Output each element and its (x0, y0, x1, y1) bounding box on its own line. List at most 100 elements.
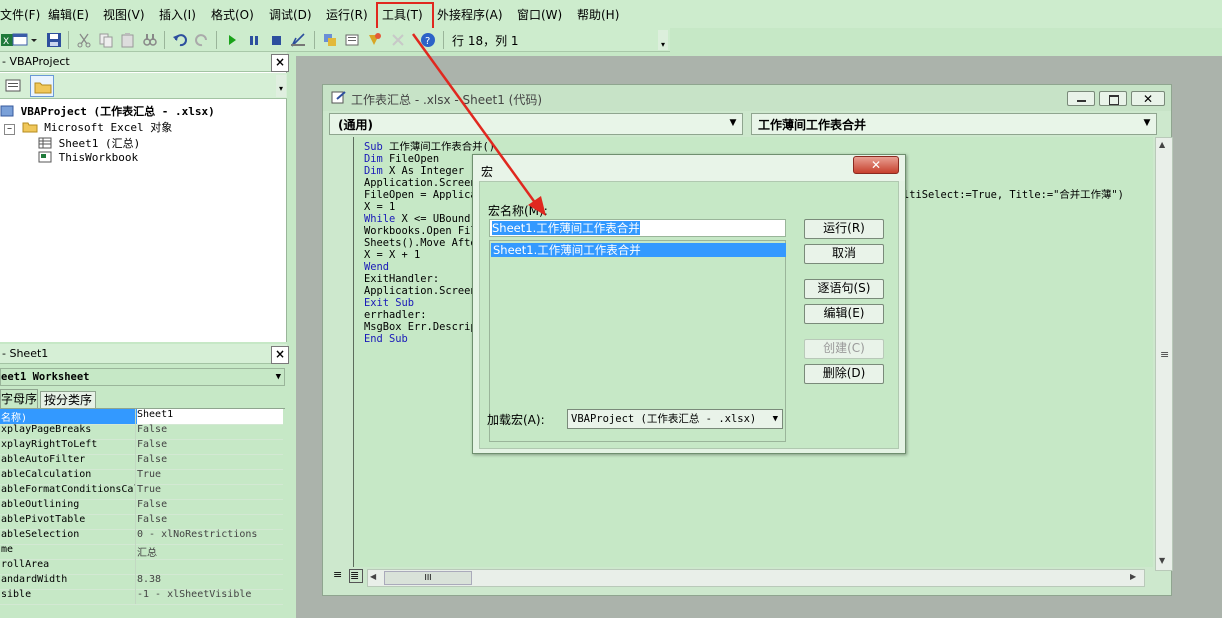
property-value[interactable]: False (137, 499, 283, 514)
property-row[interactable]: xplayRightToLeft False (0, 439, 283, 455)
folder-icon (34, 82, 52, 94)
tab-alphabetic[interactable]: 字母序 (0, 389, 38, 408)
property-value[interactable]: -1 - xlSheetVisible (137, 589, 283, 604)
property-row[interactable]: rollArea (0, 559, 283, 575)
scroll-up-icon[interactable]: ▲ (1159, 140, 1165, 149)
macros-in-select[interactable]: VBAProject (工作表汇总 - .xlsx) ▼ (567, 409, 783, 429)
standard-toolbar: X ? 行 18，列 1 ▾ (0, 28, 670, 52)
tree-item-thisworkbook[interactable]: ThisWorkbook (38, 151, 138, 164)
property-row[interactable]: 名称) Sheet1 (0, 409, 283, 425)
run-icon[interactable] (224, 32, 240, 48)
find-icon[interactable] (142, 32, 158, 48)
macro-name-input[interactable]: Sheet1.工作薄间工作表合并 (489, 219, 786, 237)
toolbar-overflow-chevron[interactable]: ▾ (276, 75, 286, 97)
property-row[interactable]: ablePivotTable False (0, 514, 283, 530)
redo-icon[interactable] (194, 32, 210, 48)
menu-run[interactable]: 运行(R) (326, 6, 368, 23)
property-value[interactable]: False (137, 454, 283, 469)
create-button[interactable]: 创建(C) (804, 339, 884, 359)
menu-edit[interactable]: 编辑(E) (48, 6, 89, 23)
project-explorer-icon[interactable] (322, 32, 338, 48)
help-icon[interactable]: ? (420, 32, 436, 48)
property-row[interactable]: ableAutoFilter False (0, 454, 283, 470)
property-name: xplayRightToLeft (0, 439, 136, 454)
tree-root-project[interactable]: VBAProject (工作表汇总 - .xlsx) (0, 103, 215, 119)
menu-view[interactable]: 视图(V) (103, 6, 145, 23)
macro-list-item[interactable]: Sheet1.工作薄间工作表合并 (491, 243, 786, 257)
cut-icon[interactable] (76, 32, 92, 48)
toolbar-overflow-chevron[interactable]: ▾ (658, 30, 668, 50)
property-value[interactable]: 0 - xlNoRestrictions (137, 529, 283, 544)
toolbox-icon[interactable] (390, 32, 406, 48)
menu-window[interactable]: 窗口(W) (517, 6, 562, 23)
menu-debug[interactable]: 调试(D) (269, 6, 312, 23)
object-combo[interactable]: (通用) ▼ (329, 113, 743, 135)
close-dialog-button[interactable]: ✕ (853, 156, 899, 174)
minimize-button[interactable] (1067, 91, 1095, 106)
property-row[interactable]: xplayPageBreaks False (0, 424, 283, 440)
macro-name-label: 宏名称(M): (488, 204, 548, 218)
edit-button[interactable]: 编辑(E) (804, 304, 884, 324)
properties-title: - Sheet1 (2, 347, 49, 360)
property-row[interactable]: ableSelection 0 - xlNoRestrictions (0, 529, 283, 545)
close-project-explorer-button[interactable]: × (271, 54, 289, 72)
toggle-folders-button[interactable] (30, 75, 54, 97)
property-row[interactable]: andardWidth 8.38 (0, 574, 283, 590)
tree-folder-excel-objects[interactable]: − Microsoft Excel 对象 (4, 119, 172, 135)
view-object-icon[interactable] (4, 78, 22, 94)
scroll-right-icon[interactable]: ▶ (1130, 572, 1136, 581)
svg-text:?: ? (425, 36, 430, 47)
property-value[interactable]: False (137, 514, 283, 529)
vertical-scrollbar[interactable]: ▲ ≡ ▼ (1155, 137, 1173, 571)
property-row[interactable]: ableFormatConditionsCal True (0, 484, 283, 500)
procedure-combo[interactable]: 工作薄间工作表合并 ▼ (751, 113, 1157, 135)
property-row[interactable]: ableOutlining False (0, 499, 283, 515)
step-into-button[interactable]: 逐语句(S) (804, 279, 884, 299)
property-value[interactable]: 汇总 (137, 544, 283, 559)
reset-icon[interactable] (268, 32, 284, 48)
scroll-left-icon[interactable]: ◀ (370, 572, 376, 581)
property-value[interactable]: False (137, 439, 283, 454)
cancel-button[interactable]: 取消 (804, 244, 884, 264)
horizontal-scroll-thumb[interactable]: III (384, 571, 472, 585)
property-value[interactable]: Sheet1 (137, 409, 283, 424)
close-properties-button[interactable]: × (271, 346, 289, 364)
insert-userform-icon[interactable] (12, 32, 38, 48)
property-value[interactable] (137, 559, 283, 574)
scroll-down-icon[interactable]: ▼ (1159, 556, 1165, 565)
menu-help[interactable]: 帮助(H) (577, 6, 619, 23)
object-selector[interactable]: eet1 Worksheet ▼ (0, 368, 285, 386)
tools-menu-highlight-box (376, 2, 434, 30)
menu-file[interactable]: 文件(F) (0, 6, 40, 23)
horizontal-scrollbar[interactable]: ◀ III ▶ (367, 569, 1145, 587)
delete-button[interactable]: 删除(D) (804, 364, 884, 384)
menu-format[interactable]: 格式(O) (211, 6, 254, 23)
restore-button[interactable] (1099, 91, 1127, 106)
design-mode-icon[interactable] (290, 32, 306, 48)
menu-addins[interactable]: 外接程序(A) (437, 6, 503, 23)
tree-item-sheet1[interactable]: Sheet1 (汇总) (38, 135, 140, 151)
menu-insert[interactable]: 插入(I) (159, 6, 196, 23)
object-browser-icon[interactable] (366, 32, 382, 48)
property-row[interactable]: ableCalculation True (0, 469, 283, 485)
code-keyword: Dim (364, 165, 383, 177)
property-value[interactable]: False (137, 424, 283, 439)
code-text: FileOpen (382, 153, 440, 165)
run-button[interactable]: 运行(R) (804, 219, 884, 239)
property-row[interactable]: sible -1 - xlSheetVisible (0, 589, 283, 605)
tab-categorized[interactable]: 按分类序 (40, 391, 96, 408)
collapse-toggle-icon[interactable]: − (4, 124, 15, 135)
property-row[interactable]: me 汇总 (0, 544, 283, 560)
procedure-view-icon[interactable]: ≡ (333, 569, 347, 583)
properties-window-icon[interactable] (344, 32, 360, 48)
property-value[interactable]: 8.38 (137, 574, 283, 589)
paste-icon[interactable] (120, 32, 136, 48)
property-value[interactable]: True (137, 469, 283, 484)
save-icon[interactable] (46, 32, 62, 48)
copy-icon[interactable] (98, 32, 114, 48)
close-code-window-button[interactable]: ✕ (1131, 91, 1165, 106)
break-icon[interactable] (246, 32, 262, 48)
property-value[interactable]: True (137, 484, 283, 499)
undo-icon[interactable] (172, 32, 188, 48)
full-module-view-icon[interactable]: ≣ (349, 569, 363, 583)
